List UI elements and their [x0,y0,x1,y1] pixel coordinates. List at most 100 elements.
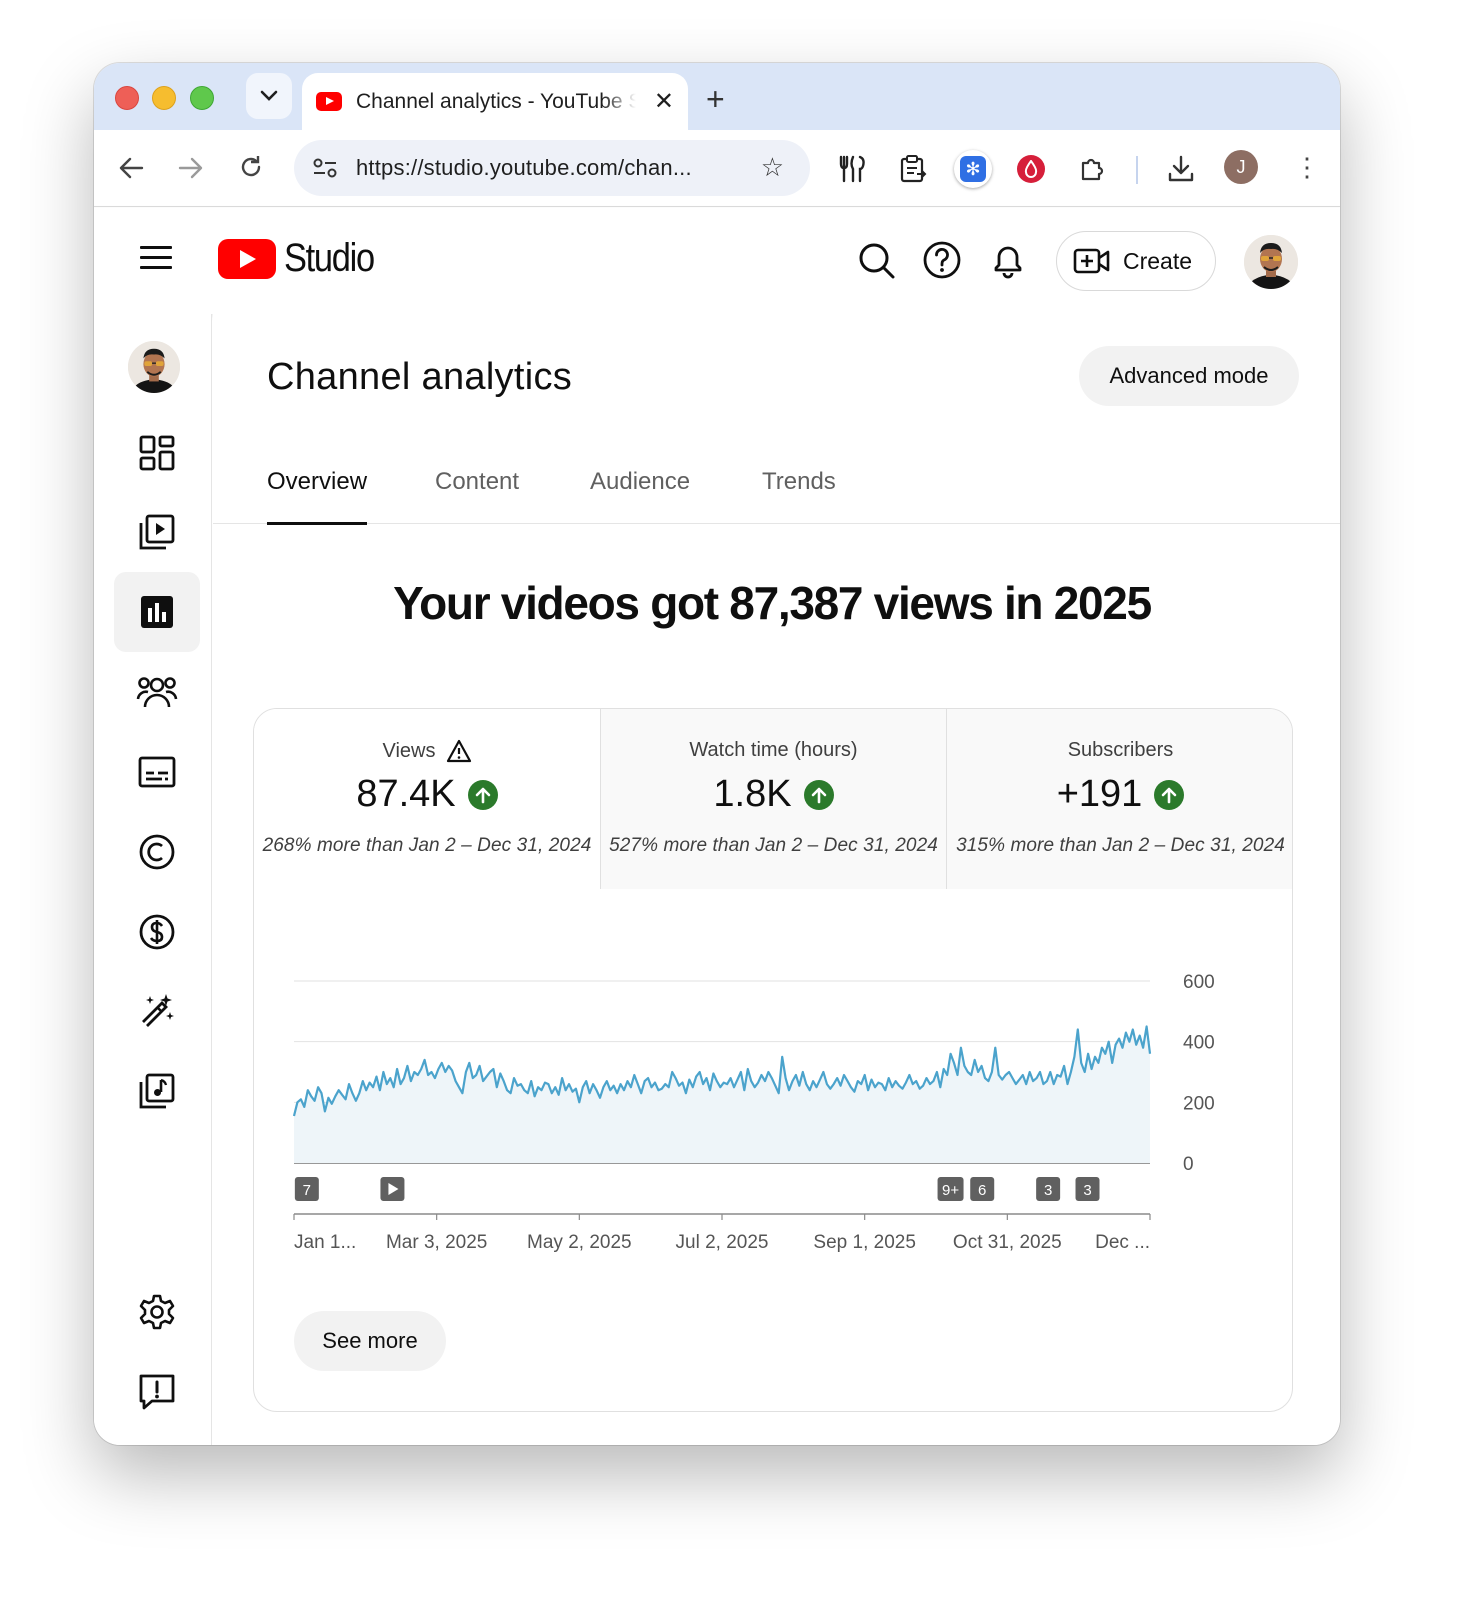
sidebar-item-subtitles[interactable] [114,732,200,812]
youtube-favicon-icon [316,92,342,111]
video-marker-label: 3 [1044,1182,1052,1199]
video-marker-label: 9+ [942,1182,959,1199]
tab-search-button[interactable] [246,73,292,119]
new-tab-button[interactable]: + [706,81,725,118]
extensions-puzzle-icon[interactable] [1076,152,1110,186]
site-settings-icon[interactable] [312,156,338,180]
x-tick-label: Jul 2, 2025 [676,1232,769,1253]
advanced-mode-button[interactable]: Advanced mode [1079,346,1299,406]
tab-strip: Channel analytics - YouTube Studio ✕ + [94,63,1340,130]
bookmark-star-icon[interactable]: ☆ [761,152,784,183]
zoom-window-button[interactable] [190,86,214,110]
sidebar-item-analytics[interactable] [114,572,200,652]
subtitles-icon [138,756,176,788]
y-tick-label: 0 [1183,1154,1194,1175]
close-tab-icon[interactable]: ✕ [654,87,674,116]
hamburger-menu-icon[interactable] [140,246,172,270]
studio-logo[interactable]: Studio [218,236,388,281]
main-content: Channel analytics Advanced mode Overview… [213,314,1340,1445]
url-text: https://studio.youtube.com/chan... [356,155,692,180]
sidebar-item-copyright[interactable] [114,812,200,892]
close-window-button[interactable] [115,86,139,110]
extension-clipboard-icon[interactable] [896,152,930,186]
x-tick-label: Mar 3, 2025 [386,1232,487,1253]
overview-card: Views 87.4K 268% more than Jan 2 – Dec 3… [253,708,1293,1412]
account-avatar[interactable] [1244,235,1298,289]
feedback-icon [139,1374,175,1410]
series-area [294,1026,1150,1163]
tab-overview[interactable]: Overview [267,468,368,525]
back-arrow-icon[interactable] [118,156,144,180]
analytics-tabs: Overview Content Audience Trends [213,464,1340,525]
create-button[interactable]: Create [1056,231,1216,291]
x-tick-label: Oct 31, 2025 [953,1232,1062,1253]
warning-icon[interactable] [446,739,472,763]
trend-up-icon [1154,779,1185,810]
create-label: Create [1123,247,1193,274]
views-chart: 600 400 200 0 7 9+ 6 3 3 Jan 1... Mar 3, 2025 May 2… [254,889,1293,1309]
browser-profile-avatar[interactable]: J [1224,150,1258,184]
metric-label: Views [382,739,436,762]
reload-icon[interactable] [238,154,264,180]
metric-comparison: 268% more than Jan 2 – Dec 31, 2024 [262,835,592,856]
tab-content[interactable]: Content [435,468,519,524]
video-marker-label: 3 [1083,1182,1091,1199]
browser-tab-active[interactable]: Channel analytics - YouTube Studio ✕ [302,73,688,130]
x-tick-label: May 2, 2025 [527,1232,632,1253]
metric-subscribers[interactable]: Subscribers +191 315% more than Jan 2 – … [946,709,1292,889]
content-icon [139,514,175,550]
sidebar-item-audio-library[interactable] [114,1051,200,1131]
extension-drop-icon[interactable] [1014,152,1048,186]
y-tick-label: 400 [1183,1033,1215,1054]
sidebar-item-content[interactable] [114,492,200,572]
metric-label: Subscribers [1067,739,1174,761]
video-marker-label: 7 [303,1182,311,1199]
community-icon [136,677,178,708]
chevron-down-icon [260,90,278,101]
channel-avatar[interactable] [128,341,180,393]
tab-audience[interactable]: Audience [590,468,690,524]
toolbar-divider [1136,156,1138,184]
forward-arrow-icon[interactable] [178,156,204,180]
downloads-icon[interactable] [1164,152,1198,186]
sidebar-item-feedback[interactable] [114,1352,200,1432]
x-tick-label: Sep 1, 2025 [813,1232,915,1253]
notifications-bell-icon[interactable] [988,240,1028,280]
audio-library-icon [139,1073,175,1109]
extension-utensils-icon[interactable] [836,152,870,186]
page-title: Channel analytics [267,356,573,398]
browser-menu-icon[interactable]: ⋮ [1294,152,1320,183]
sidebar-item-dashboard[interactable] [114,413,200,493]
x-tick-label: Jan 1... [294,1232,356,1253]
sidebar-item-settings[interactable] [114,1272,200,1352]
address-bar[interactable]: https://studio.youtube.com/chan... ☆ [294,140,810,196]
views-headline: Your videos got 87,387 views in 2025 [393,577,1152,629]
video-plus-icon [1073,248,1110,274]
search-icon[interactable] [856,240,896,280]
sidebar [94,314,212,1445]
sidebar-item-customization[interactable] [114,971,200,1051]
metric-comparison: 527% more than Jan 2 – Dec 31, 2024 [609,835,938,856]
earn-dollar-icon [139,914,175,950]
copyright-icon [139,834,175,870]
settings-gear-icon [139,1294,175,1330]
sidebar-item-community[interactable] [114,652,200,732]
studio-logo-text: Studio [284,236,375,280]
trend-up-icon [467,779,498,810]
tab-title: Channel analytics - YouTube Studio [356,89,636,113]
minimize-window-button[interactable] [152,86,176,110]
extension-snowflake-icon[interactable]: ✻ [954,150,992,188]
metric-views[interactable]: Views 87.4K 268% more than Jan 2 – Dec 3… [254,709,600,889]
help-icon[interactable] [922,240,962,280]
metric-watch-time[interactable]: Watch time (hours) 1.8K 527% more than J… [600,709,946,889]
y-tick-label: 200 [1183,1093,1215,1114]
metric-comparison: 315% more than Jan 2 – Dec 31, 2024 [956,835,1285,856]
views-line-chart[interactable]: 600 400 200 0 7 9+ 6 3 3 Jan 1... Mar 3, 2025 May 2… [254,889,1293,1309]
metric-value: 87.4K [356,773,456,815]
see-more-button[interactable]: See more [294,1311,446,1371]
magic-wand-icon [142,994,174,1027]
metric-value: +191 [1056,773,1143,815]
browser-window: Channel analytics - YouTube Studio ✕ + h… [94,63,1340,1445]
sidebar-item-earn[interactable] [114,892,200,972]
tab-trends[interactable]: Trends [762,468,836,524]
